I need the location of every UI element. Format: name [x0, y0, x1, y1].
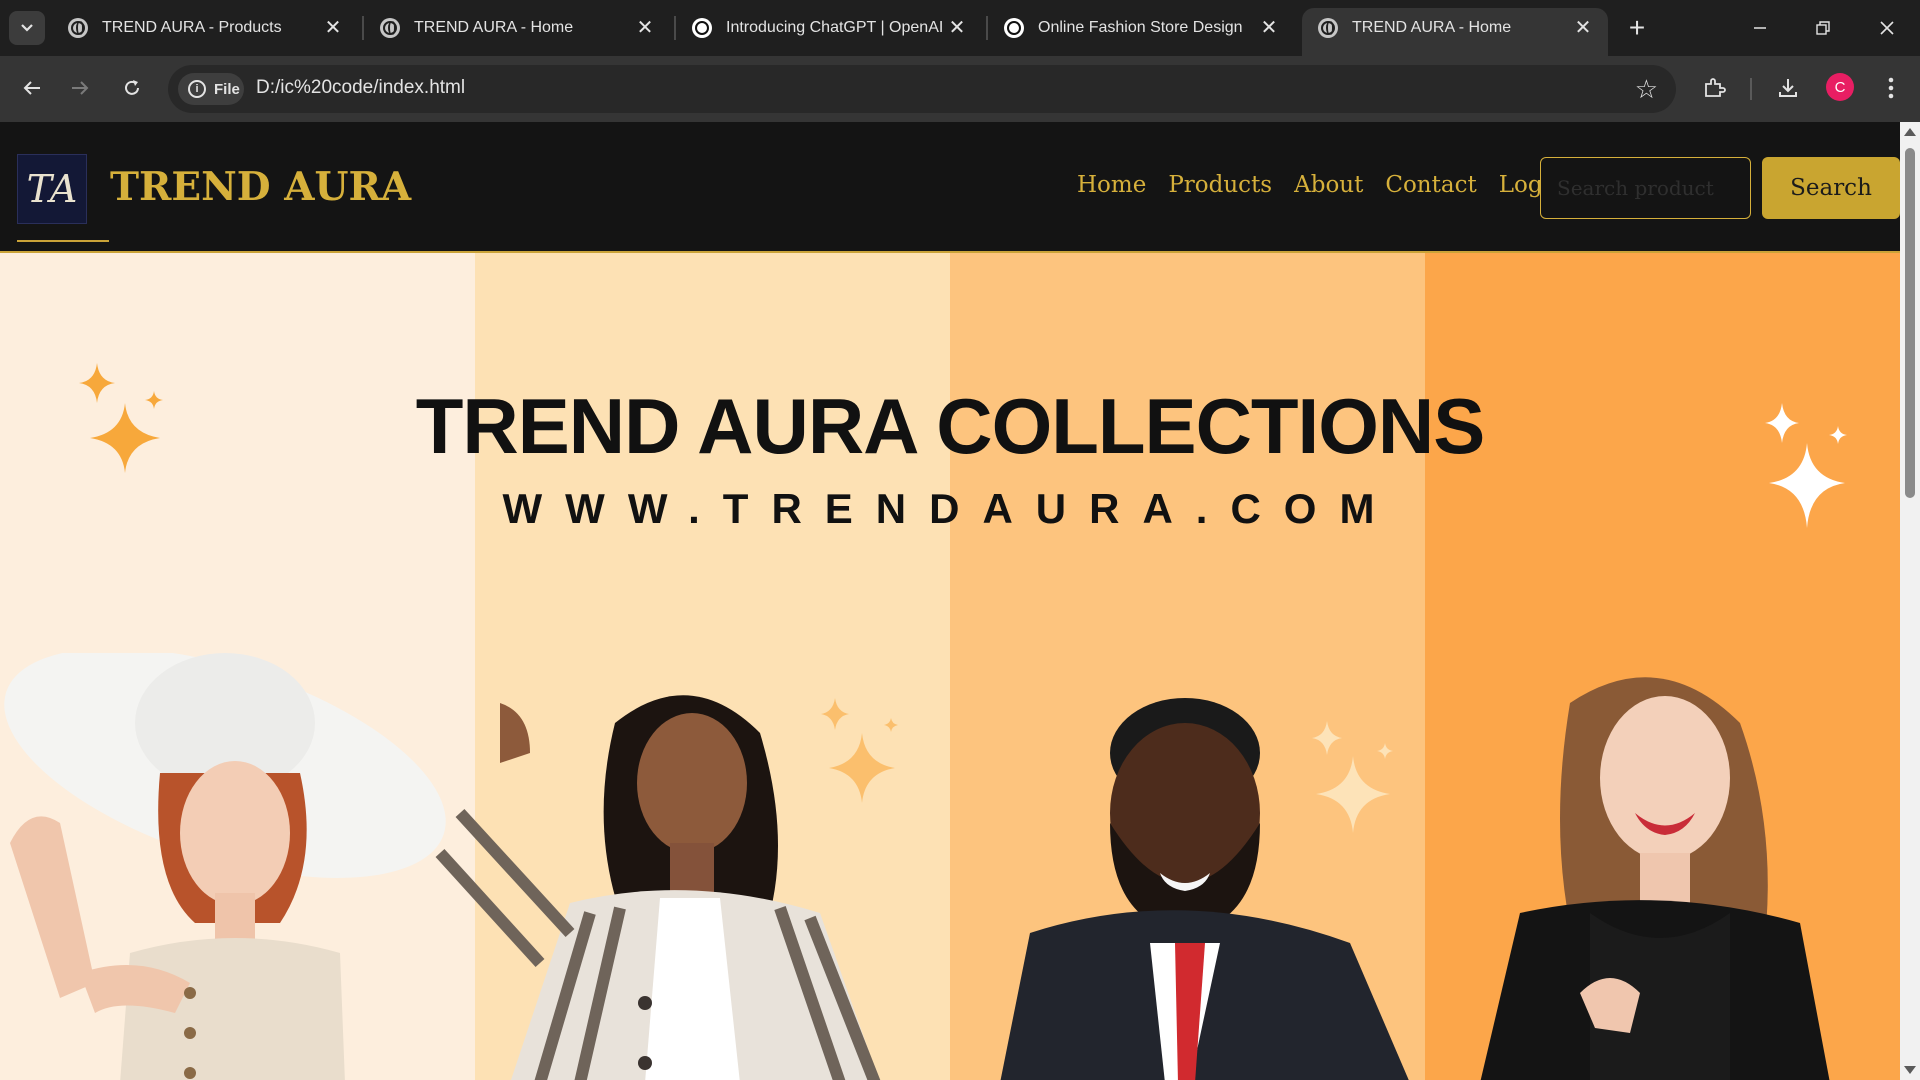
- tab-title: Introducing ChatGPT | OpenAI: [726, 19, 944, 36]
- model-photo-suit: [1000, 698, 1409, 1080]
- arrow-right-icon: [72, 81, 89, 95]
- close-icon[interactable]: ✕: [1258, 17, 1280, 39]
- openai-icon: [692, 18, 712, 38]
- product-search-input[interactable]: [1540, 157, 1751, 219]
- restore-button[interactable]: [1796, 6, 1850, 50]
- nav-contact[interactable]: Contact: [1385, 172, 1476, 198]
- model-photo-hat: [4, 653, 446, 1080]
- globe-icon: [1318, 18, 1338, 38]
- reload-icon: [125, 80, 139, 95]
- forward-button[interactable]: [60, 68, 100, 108]
- logo-underline: [17, 240, 109, 242]
- site-header: TA TREND AURA Home Products About Contac…: [0, 122, 1900, 253]
- site-info-chip[interactable]: i File: [178, 73, 244, 105]
- globe-icon: [68, 18, 88, 38]
- minimize-icon: [1754, 27, 1766, 29]
- scroll-up-arrow-icon[interactable]: [1904, 128, 1916, 136]
- tab-introducing-chatgpt[interactable]: Introducing ChatGPT | OpenAI ✕: [676, 8, 982, 48]
- close-icon[interactable]: ✕: [1572, 17, 1594, 39]
- brand-name: TREND AURA: [110, 164, 412, 210]
- menu-button[interactable]: [1873, 70, 1909, 106]
- tab-trend-aura-home[interactable]: TREND AURA - Home ✕: [364, 8, 670, 48]
- url-text[interactable]: D:/ic%20code/index.html: [256, 77, 465, 99]
- minimize-button[interactable]: [1733, 6, 1787, 50]
- globe-icon: [380, 18, 400, 38]
- nav-about[interactable]: About: [1294, 172, 1363, 198]
- downloads-button[interactable]: [1770, 70, 1806, 106]
- address-bar[interactable]: i File D:/ic%20code/index.html ☆: [168, 65, 1676, 113]
- toolbar-separator: [1750, 78, 1752, 100]
- tab-title: TREND AURA - Home: [1352, 19, 1512, 36]
- close-icon: [1880, 21, 1894, 35]
- search-button[interactable]: Search: [1762, 157, 1900, 219]
- download-icon: [1779, 79, 1797, 97]
- logo-monogram: TA: [26, 167, 78, 211]
- new-tab-button[interactable]: +: [1620, 12, 1654, 44]
- tab-trend-aura-products[interactable]: TREND AURA - Products ✕: [52, 8, 358, 48]
- restore-icon: [1816, 21, 1830, 35]
- tab-title: TREND AURA - Home: [414, 19, 574, 36]
- tab-strip: TREND AURA - Products ✕ TREND AURA - Hom…: [0, 0, 1920, 56]
- chevron-down-icon: [21, 24, 33, 32]
- arrow-left-icon: [23, 81, 40, 95]
- profile-avatar[interactable]: C: [1826, 73, 1854, 101]
- hero-title: TREND AURA COLLECTIONS: [415, 382, 1486, 470]
- tab-title: TREND AURA - Products: [102, 19, 282, 36]
- site-logo[interactable]: TA: [17, 154, 87, 224]
- scroll-down-arrow-icon[interactable]: [1904, 1066, 1916, 1074]
- nav-home[interactable]: Home: [1077, 172, 1146, 198]
- browser-toolbar: i File D:/ic%20code/index.html ☆ C: [0, 56, 1920, 122]
- close-icon[interactable]: ✕: [634, 17, 656, 39]
- puzzle-icon: [1705, 78, 1726, 97]
- bookmark-star-icon[interactable]: ☆: [1635, 74, 1658, 105]
- extensions-button[interactable]: [1696, 70, 1732, 106]
- model-photo-smiling: [1480, 677, 1830, 1080]
- tab-title: Online Fashion Store Design: [1038, 19, 1243, 36]
- model-photo-striped-blazer: [435, 695, 881, 1080]
- hero-banner: TREND AURA COLLECTIONS WWW.TRENDAURA.COM: [0, 253, 1900, 1080]
- scroll-thumb[interactable]: [1905, 148, 1915, 498]
- tab-online-fashion-store-design[interactable]: Online Fashion Store Design ✕: [988, 8, 1294, 48]
- close-icon[interactable]: ✕: [946, 17, 968, 39]
- page-viewport: TA TREND AURA Home Products About Contac…: [0, 122, 1920, 1080]
- hero-website-url: WWW.TRENDAURA.COM: [502, 485, 1398, 532]
- close-icon[interactable]: ✕: [322, 17, 344, 39]
- main-nav: Home Products About Contact Login: [1077, 172, 1565, 198]
- tab-trend-aura-home-active[interactable]: TREND AURA - Home ✕: [1302, 8, 1608, 56]
- close-window-button[interactable]: [1860, 6, 1914, 50]
- site-chip-label: File: [214, 80, 240, 98]
- page-scrollbar[interactable]: [1900, 122, 1920, 1080]
- tab-search-button[interactable]: [9, 11, 45, 45]
- reload-button[interactable]: [112, 68, 152, 108]
- info-icon: i: [188, 80, 206, 98]
- more-vertical-icon: [1888, 77, 1894, 99]
- back-button[interactable]: [12, 68, 52, 108]
- nav-products[interactable]: Products: [1168, 172, 1272, 198]
- openai-icon: [1004, 18, 1024, 38]
